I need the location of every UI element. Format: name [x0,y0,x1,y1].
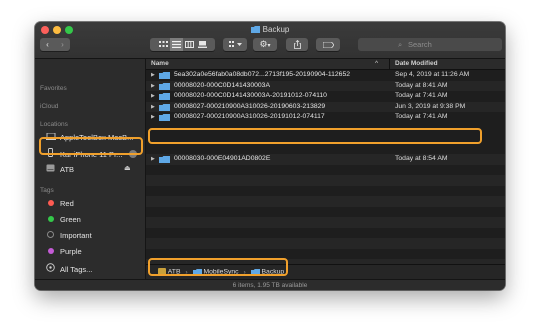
gear-icon: ⚙ [259,39,268,49]
table-row[interactable]: ▶ 00008030-000E04901AD0802E Today at 8:5… [146,154,505,165]
empty-row [146,175,505,186]
sort-indicator-icon: ^ [375,60,379,67]
status-bar: 6 items, 1.95 TB available [35,279,505,290]
sidebar-tag-red[interactable]: Red [45,199,74,209]
share-button[interactable] [286,38,308,51]
empty-row [146,238,505,249]
table-row[interactable]: ▶ 00008020-000C0D141430003A-20191012-074… [146,91,505,102]
action-button[interactable]: ⚙▾ [253,38,277,51]
column-name[interactable]: Name [151,59,169,69]
sidebar-item-atb[interactable]: ATB ⏏ [45,164,131,175]
sidebar-section-locations: Locations [40,121,68,128]
file-name: 00008020-000C0D141430003A-20191012-07411… [174,92,327,99]
nav-buttons: ‹ › [40,38,70,51]
tag-label: Green [60,215,81,224]
disclosure-triangle-icon[interactable]: ▶ [151,154,155,165]
finder-window: Backup ‹ › ⚙▾ ⌕ Search Favorites iCloud … [35,22,505,290]
folder-icon [159,82,170,90]
list-icon [171,41,181,48]
file-name: 00008027-000210900A310026-20190603-21382… [174,102,326,110]
back-button[interactable]: ‹ [40,38,55,51]
group-icon [228,41,242,47]
columns-icon [184,41,194,48]
folder-icon [159,156,170,163]
table-row[interactable]: ▶ 5ea302a0e56fab0a08db072...2713f195-201… [146,70,505,81]
tag-label: Red [60,199,74,208]
folder-icon [159,72,170,79]
disclosure-triangle-icon[interactable]: ▶ [151,70,155,81]
green-tag-dot-icon [47,216,54,222]
folder-icon [159,114,170,121]
highlight-path-bar [148,258,288,276]
file-date: Jun 3, 2019 at 9:38 PM [395,102,466,110]
highlight-atb-location [39,137,143,155]
sidebar-tag-all[interactable]: All Tags... [45,263,92,275]
table-row[interactable]: ▶ 00008027-000210900A310026-20191012-074… [146,112,505,123]
file-name: 5ea302a0e56fab0a08db072...2713f195-20190… [174,71,351,78]
file-date: Sep 4, 2019 at 11:26 AM [395,71,470,78]
file-name: 00008027-000210900A310026-20191012-07411… [174,113,325,120]
column-view-button[interactable] [183,38,196,51]
share-icon [293,39,301,49]
gallery-icon [197,41,207,48]
sidebar-tag-important[interactable]: Important [45,231,92,241]
tag-label: All Tags... [60,265,93,274]
edit-tags-button[interactable] [316,38,340,51]
tag-label: Purple [60,247,82,256]
empty-row [146,196,505,207]
red-tag-dot-icon [47,200,54,206]
folder-icon [250,26,260,33]
search-field[interactable]: ⌕ Search [358,38,502,51]
chevron-down-icon: ▾ [267,43,271,49]
file-date: Today at 7:41 AM [395,92,448,99]
sidebar-section-favorites: Favorites [40,85,67,92]
empty-row [146,217,505,228]
gallery-view-button[interactable] [196,38,209,51]
search-placeholder: Search [408,40,432,49]
drive-icon [45,164,56,175]
disclosure-triangle-icon[interactable]: ▶ [151,112,155,123]
icon-view-button[interactable] [157,38,170,51]
highlight-backup-row [148,128,482,144]
sidebar-tag-green[interactable]: Green [45,215,81,225]
list-view-button[interactable] [169,38,183,51]
toolbar: Backup ‹ › ⚙▾ ⌕ Search [35,22,505,59]
file-date: Today at 7:41 AM [395,113,448,120]
sidebar-item-label: ATB [60,165,75,174]
disclosure-triangle-icon[interactable]: ▶ [151,102,155,113]
disclosure-triangle-icon[interactable]: ▶ [151,91,155,102]
file-date: Today at 8:54 AM [395,155,448,162]
window-title: Backup [35,24,505,36]
view-mode-control [150,38,215,51]
file-name: 00008020-000C0D141430003A [174,81,270,89]
file-date: Today at 8:41 AM [395,81,448,89]
sidebar-tag-purple[interactable]: Purple [45,247,82,257]
column-header: Name ^ Date Modified [146,59,505,70]
table-row[interactable]: ▶ 00008020-000C0D141430003A Today at 8:4… [146,80,505,92]
folder-icon [159,103,170,111]
file-list: Name ^ Date Modified ▶ 5ea302a0e56fab0a0… [146,59,505,290]
table-row[interactable]: ▶ 00008027-000210900A310026-20190603-213… [146,101,505,113]
group-button[interactable] [223,38,247,51]
disclosure-triangle-icon[interactable]: ▶ [151,81,155,92]
tag-label: Important [60,231,92,240]
purple-tag-dot-icon [47,248,54,254]
all-tags-icon [45,263,56,275]
sidebar-section-icloud: iCloud [40,103,59,110]
folder-icon [159,93,170,100]
column-date-modified[interactable]: Date Modified [395,59,438,69]
grid-icon [158,41,168,47]
sidebar-section-tags: Tags [40,187,54,194]
tag-icon [322,41,335,48]
important-tag-dot-icon [47,231,54,238]
sidebar: Favorites iCloud Locations AppleToolBox … [35,59,146,290]
file-name: 00008030-000E04901AD0802E [174,155,271,162]
forward-button[interactable]: › [55,38,70,51]
eject-icon[interactable]: ⏏ [124,164,131,174]
search-icon: ⌕ [398,40,403,49]
